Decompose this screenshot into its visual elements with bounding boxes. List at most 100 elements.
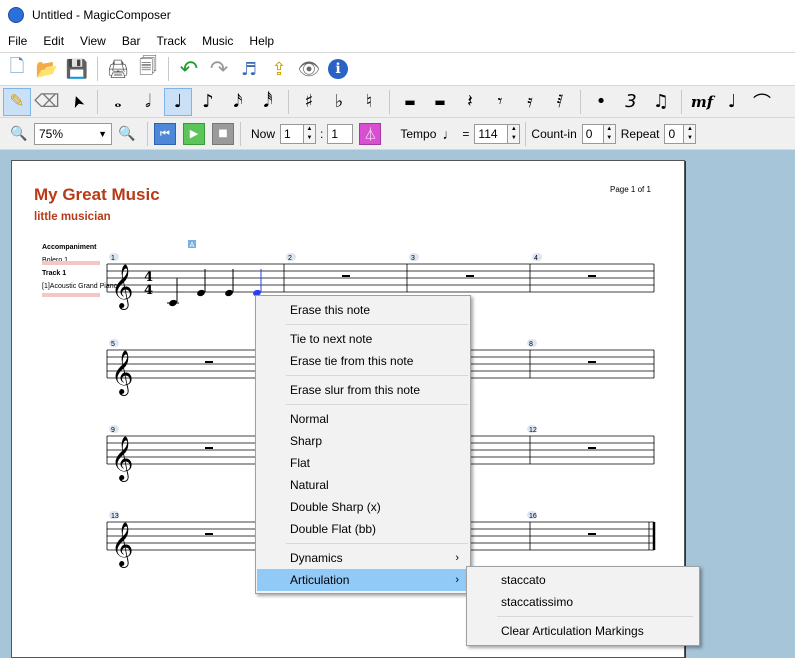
now-beat-input[interactable]: 1 [327,123,354,144]
menu-separator [286,543,468,544]
menu-natural[interactable]: Natural [257,474,469,496]
menu-staccatissimo[interactable]: staccatissimo [468,591,698,613]
sharp-icon[interactable]: ♯ [295,88,323,116]
whole-rest-icon[interactable]: ▬ [396,88,424,116]
rehearsal-marker-label: A [190,242,195,249]
note[interactable] [224,269,234,297]
menu-normal[interactable]: Normal [257,408,469,430]
dot-icon[interactable]: • [587,88,615,116]
menu-help[interactable]: Help [241,30,282,52]
repeat-input[interactable]: 0 [664,123,685,144]
menu-double-sharp[interactable]: Double Sharp (x) [257,496,469,518]
menu-clear-articulation[interactable]: Clear Articulation Markings [468,620,698,642]
menu-separator [286,375,468,376]
whole-rest[interactable] [588,447,596,449]
whole-rest[interactable] [466,275,474,277]
chevron-right-icon: › [455,574,459,586]
print-preview-icon[interactable]: 🗐 [134,55,162,83]
menu-view[interactable]: View [72,30,114,52]
menu-bar-menu[interactable]: Bar [114,30,149,52]
dynamics-icon[interactable]: mf [688,88,716,116]
undo-icon[interactable]: ↶ [175,55,203,83]
whole-rest[interactable] [205,447,213,449]
countin-stepper[interactable]: ▲ ▼ [603,123,616,144]
play-icon[interactable]: ▶ [183,122,205,145]
menu-flat[interactable]: Flat [257,452,469,474]
menu-tie-next[interactable]: Tie to next note [257,328,469,350]
half-note-icon[interactable]: 𝅗𝅥 [134,88,162,116]
sixteenth-note-icon[interactable]: 𝅘𝅥𝅯 [224,88,252,116]
menu-double-flat[interactable]: Double Flat (bb) [257,518,469,540]
menu-sharp[interactable]: Sharp [257,430,469,452]
now-bar-stepper[interactable]: ▲ ▼ [304,123,317,144]
countin-value: 0 [585,126,593,141]
tie-notes-icon[interactable]: ♫ [647,88,675,116]
note[interactable] [167,278,179,307]
tempo-input[interactable]: 114 [474,123,509,144]
thirty-second-rest-icon[interactable]: 𝅀 [546,88,574,116]
whole-rest[interactable] [205,533,213,535]
menu-staccato[interactable]: staccato [468,569,698,591]
zoom-in-icon[interactable]: 🔍 [113,120,141,148]
info-icon[interactable]: ℹ [328,59,348,79]
print-icon[interactable]: 🖨 [104,55,132,83]
zoom-out-icon[interactable]: 🔍 [5,120,33,148]
slur-icon[interactable]: ⌒ [748,88,776,116]
chevron-right-icon: › [455,552,459,564]
eighth-rest-icon[interactable]: 𝄾 [486,88,514,116]
countin-input[interactable]: 0 [581,123,604,144]
menu-file[interactable]: File [0,30,35,52]
stop-icon[interactable]: ■ [212,122,234,145]
menu-erase-tie[interactable]: Erase tie from this note [257,350,469,372]
metronome-icon[interactable]: ⏃ [359,122,382,145]
now-bar-input[interactable]: 1 [280,123,305,144]
bar-number: 5 [111,341,115,348]
eighth-note-icon[interactable]: ♪ [194,88,222,116]
menu-articulation-label: Articulation [290,573,350,587]
quarter-note-icon[interactable]: ♩ [164,87,192,116]
menu-erase-slur[interactable]: Erase slur from this note [257,379,469,401]
toolbar-separator [97,89,98,114]
import-icon[interactable]: ⇪ [265,55,293,83]
volume-bar[interactable] [42,293,100,297]
score-settings-icon[interactable]: ♬ [235,55,263,83]
accent-note-icon[interactable]: ♩ [718,88,746,116]
pointer-icon[interactable]: ➤ [59,84,95,120]
triplet-icon[interactable]: 3 [617,88,645,116]
new-document-icon[interactable]: 🗋 [3,55,31,83]
open-folder-icon[interactable]: 📂 [33,55,61,83]
zoom-value: 75% [39,126,64,141]
volume-bar[interactable] [42,261,100,265]
toolbar-separator [240,121,241,146]
view-icon[interactable]: 👁 [295,55,323,83]
app-icon [8,7,24,23]
thirty-second-note-icon[interactable]: 𝅘𝅥𝅰 [254,88,282,116]
whole-rest[interactable] [588,275,596,277]
note[interactable] [196,269,206,297]
menu-erase-note[interactable]: Erase this note [257,299,469,321]
eraser-icon[interactable]: ⌫ [33,88,61,116]
menu-articulation[interactable]: Articulation › [257,569,469,591]
menu-music[interactable]: Music [194,30,241,52]
menu-dynamics[interactable]: Dynamics › [257,547,469,569]
quarter-rest-icon[interactable]: 𝄽 [456,88,484,116]
repeat-stepper[interactable]: ▲ ▼ [684,123,697,144]
natural-icon[interactable]: ♮ [355,88,383,116]
whole-rest[interactable] [588,361,596,363]
whole-note-icon[interactable]: 𝅝 [104,88,132,116]
save-icon[interactable]: 💾 [63,55,91,83]
menu-edit[interactable]: Edit [35,30,72,52]
tempo-stepper[interactable]: ▲ ▼ [508,123,521,144]
whole-rest[interactable] [205,361,213,363]
selected-note[interactable] [252,269,262,297]
zoom-select[interactable]: 75% ▼ [34,122,112,145]
whole-rest[interactable] [342,275,350,277]
redo-icon[interactable]: ↷ [205,55,233,83]
pencil-icon[interactable]: ✎ [3,87,31,116]
flat-icon[interactable]: ♭ [325,88,353,116]
half-rest-icon[interactable]: ▬ [426,88,454,116]
menu-track[interactable]: Track [149,30,195,52]
whole-rest[interactable] [588,533,596,535]
sixteenth-rest-icon[interactable]: 𝄿 [516,88,544,116]
rewind-icon[interactable]: ⏮ [154,122,176,145]
